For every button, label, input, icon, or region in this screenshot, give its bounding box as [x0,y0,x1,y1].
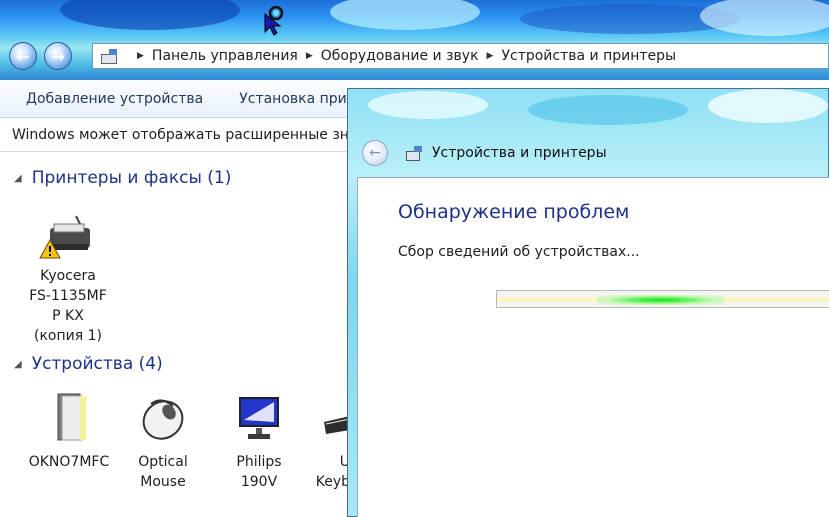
aero-glass-blob [700,0,829,36]
dialog-window-title: Устройства и принтеры [432,145,607,161]
arrow-left-icon: ← [16,46,30,66]
aero-glass-blob [60,0,240,30]
address-bar[interactable]: ▶ Панель управления ▶ Оборудование и зву… [92,43,829,69]
device-item-monitor[interactable]: Philips 190V [222,390,296,492]
mouse-icon [142,399,184,440]
device-label: OKNO7MFC [28,454,110,470]
device-item-printer[interactable]: Kyocera FS-1135MF P KX (копия 1) [18,214,118,346]
info-bar[interactable]: Windows может отображать расширенные зна… [0,118,350,152]
progress-bar [496,290,829,308]
device-item-mouse[interactable]: Optical Mouse [126,390,200,492]
collapse-triangle-icon[interactable]: ◢ [14,173,22,184]
progress-marquee [597,295,725,305]
aero-glass-blob [330,0,480,30]
group-header-devices[interactable]: ◢ Устройства (4) [14,354,163,374]
device-label: Kyocera FS-1135MF P KX (копия 1) [29,268,107,344]
device-label: Optical Mouse [138,454,188,490]
device-label: Philips 190V [236,454,282,490]
info-bar-text: Windows может отображать расширенные зна… [12,126,350,143]
aero-glass-blob [708,89,828,123]
breadcrumb-devices-printers[interactable]: Устройства и принтеры [501,48,676,64]
chevron-right-icon[interactable]: ▶ [487,51,494,61]
back-button[interactable]: ← [9,42,37,70]
computer-tower-icon [57,393,86,441]
aero-glass-blob [368,91,488,119]
dialog-heading: Обнаружение проблем [398,201,630,223]
devices-printers-icon [99,48,121,64]
busy-cursor-icon [264,6,284,36]
aero-glass-blob [528,95,688,125]
breadcrumb-control-panel[interactable]: Панель управления [152,48,298,64]
device-item-keyboard[interactable]: U Keyb [306,390,350,492]
dialog-content: Обнаружение проблем Сбор сведений об уст… [357,177,829,517]
troubleshooter-dialog: ← Устройства и принтеры Обнаружение проб… [347,88,829,517]
dialog-header: ← Устройства и принтеры [358,133,829,173]
group-title: Принтеры и факсы (1) [31,168,232,188]
devices-printers-icon [406,146,424,161]
add-printer-button[interactable]: Установка принте [239,91,350,107]
printer-warning-icon [39,215,90,259]
breadcrumb-hardware-sound[interactable]: Оборудование и звук [321,48,479,64]
group-header-printers[interactable]: ◢ Принтеры и факсы (1) [14,168,231,188]
chevron-right-icon: ▶ [137,51,144,61]
keyboard-icon [324,416,350,434]
add-device-button[interactable]: Добавление устройства [26,91,203,107]
forward-button[interactable]: → [44,42,72,70]
dialog-back-button[interactable]: ← [362,140,388,166]
dialog-status-text: Сбор сведений об устройствах... [398,244,640,260]
arrow-left-icon: ← [369,145,381,161]
device-label: U Keyb [315,454,350,490]
collapse-triangle-icon[interactable]: ◢ [14,359,22,370]
monitor-icon [239,397,279,439]
group-title: Устройства (4) [31,354,163,374]
chevron-right-icon[interactable]: ▶ [306,51,313,61]
command-bar: Добавление устройства Установка принте [0,80,350,118]
explorer-titlebar: ← → ▶ Панель управления ▶ Оборудование и… [0,0,829,80]
arrow-right-icon: → [51,46,65,66]
device-item-computer[interactable]: OKNO7MFC [22,390,116,472]
